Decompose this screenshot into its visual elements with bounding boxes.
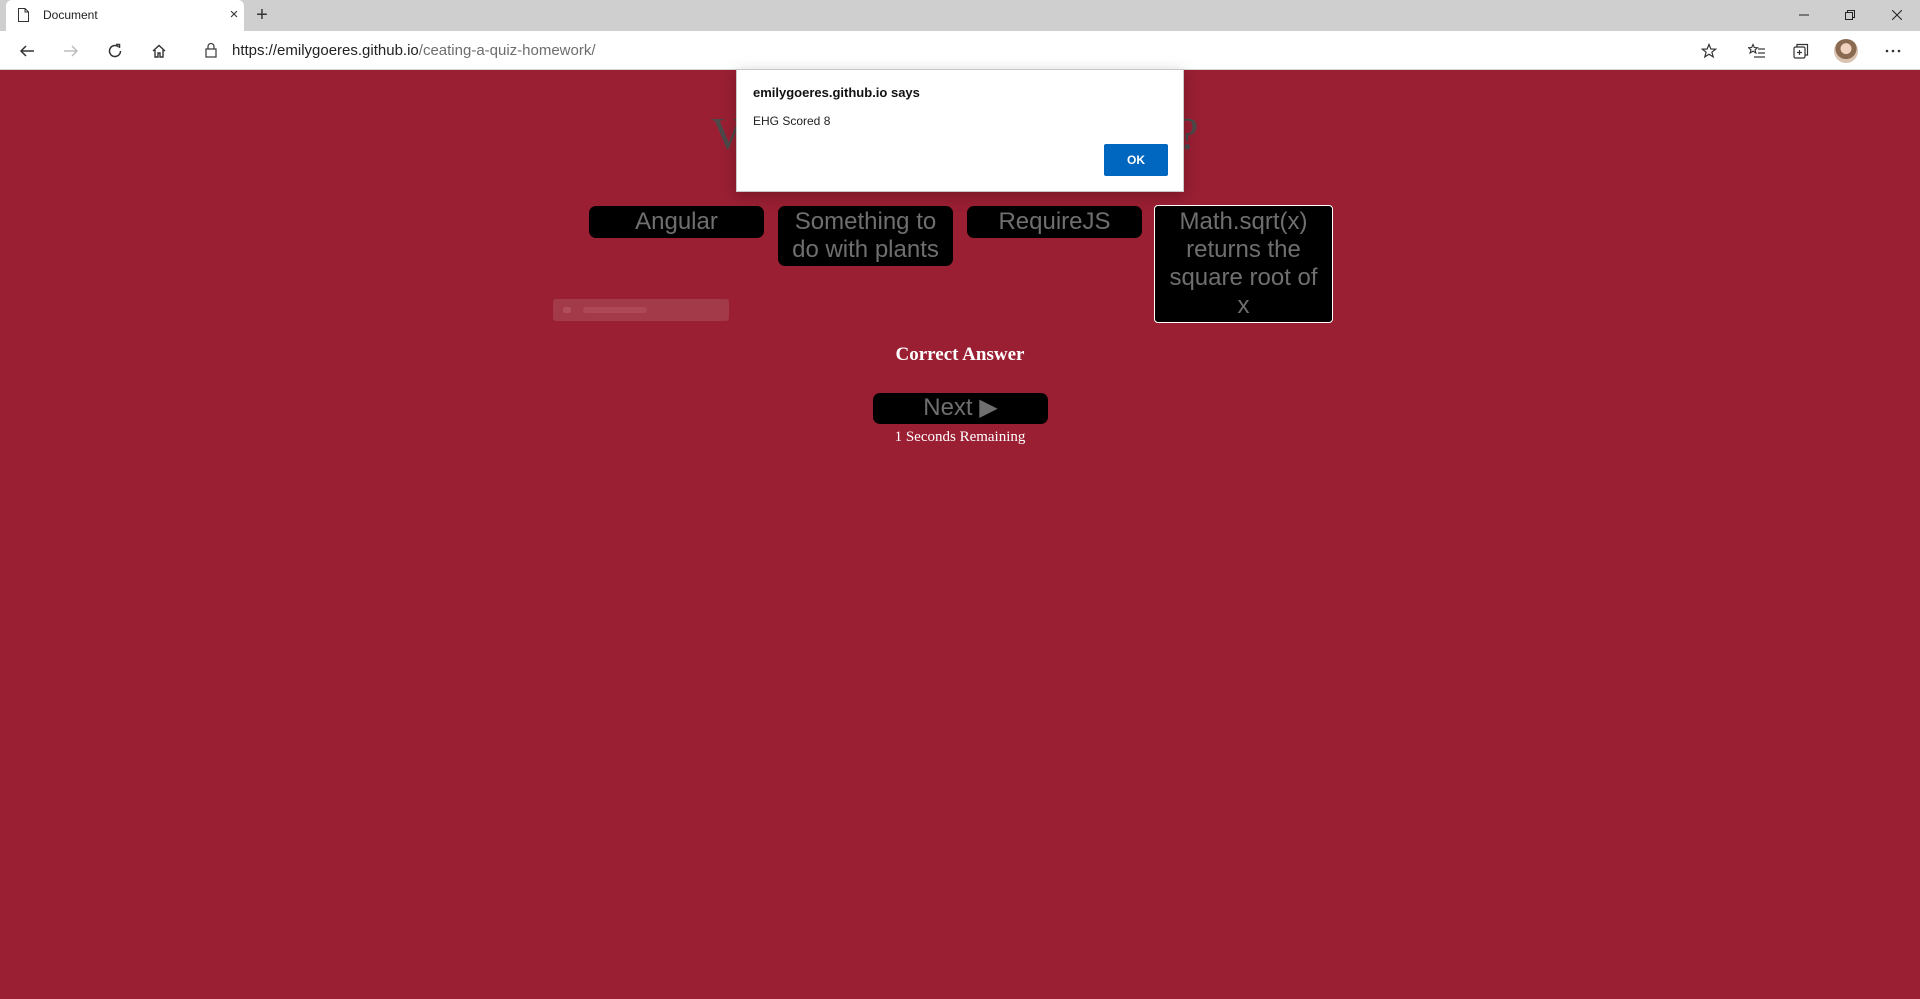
title-bar: Document × + [0, 0, 1920, 31]
answer-button-4[interactable]: Math.sqrt(x) returns the square root of … [1154, 205, 1333, 323]
restore-icon[interactable] [1827, 0, 1873, 31]
tab-close-icon[interactable]: × [224, 5, 244, 25]
answer-button-2[interactable]: Something to do with plants [778, 206, 953, 266]
refresh-icon[interactable] [102, 38, 128, 64]
back-icon[interactable] [14, 38, 40, 64]
ok-button[interactable]: OK [1104, 144, 1168, 176]
profile-avatar[interactable] [1834, 39, 1858, 63]
answer-button-1[interactable]: Angular [589, 206, 764, 238]
quiz-page: V ? Angular Something to do with plants … [0, 71, 1920, 999]
answer-button-3[interactable]: RequireJS [967, 206, 1142, 238]
url-text[interactable]: https://emilygoeres.github.io/ceating-a-… [232, 42, 596, 59]
star-icon[interactable] [1696, 38, 1722, 64]
faded-placeholder [553, 299, 729, 321]
favorites-icon[interactable] [1744, 38, 1770, 64]
forward-icon[interactable] [58, 38, 84, 64]
alert-dialog: emilygoeres.github.io says EHG Scored 8 … [736, 69, 1184, 192]
document-icon [18, 8, 29, 22]
url-path: /ceating-a-quiz-homework/ [418, 42, 596, 59]
browser-toolbar: https://emilygoeres.github.io/ceating-a-… [0, 31, 1920, 70]
next-button[interactable]: Next ▶ [873, 393, 1048, 424]
address-bar[interactable]: https://emilygoeres.github.io/ceating-a-… [188, 35, 1726, 66]
timer-text: 1 Seconds Remaining [894, 429, 1026, 445]
tab-title: Document [43, 8, 98, 22]
new-tab-icon[interactable]: + [250, 4, 274, 28]
home-icon[interactable] [146, 38, 172, 64]
faded-icon [563, 307, 571, 313]
dialog-message: EHG Scored 8 [753, 114, 831, 128]
browser-tab[interactable]: Document × [6, 0, 244, 31]
more-icon[interactable] [1880, 38, 1906, 64]
collections-icon[interactable] [1788, 38, 1814, 64]
dialog-title: emilygoeres.github.io says [753, 85, 920, 100]
lock-icon [205, 42, 217, 58]
faded-text [583, 307, 647, 313]
result-message: Correct Answer [895, 344, 1025, 365]
url-host: https://emilygoeres.github.io [232, 42, 419, 59]
close-window-icon[interactable] [1874, 0, 1920, 31]
minimize-icon[interactable] [1781, 0, 1827, 31]
